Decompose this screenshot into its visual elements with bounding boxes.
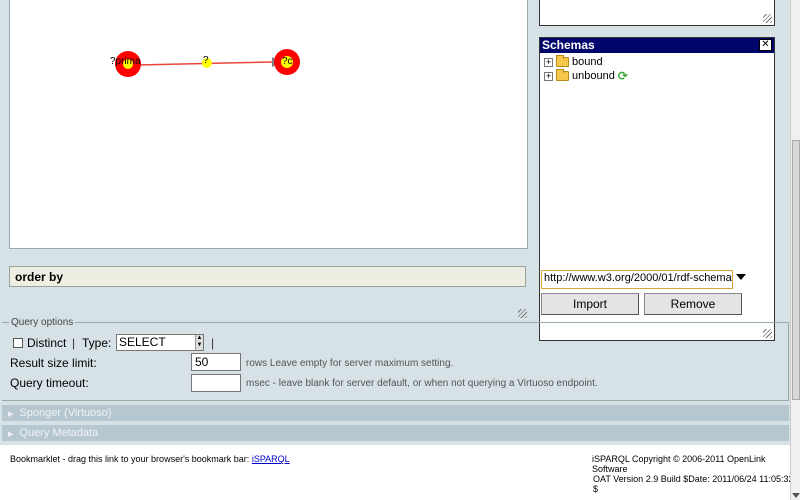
copyright-text: iSPARQL Copyright © 2006-2011 OpenLink S… xyxy=(592,454,766,474)
type-select-value: SELECT xyxy=(119,335,166,349)
edge-label: ? xyxy=(203,55,209,66)
tree-item-label: bound xyxy=(572,56,603,68)
query-graph-canvas[interactable]: ?prima ? ?c xyxy=(9,0,528,249)
timeout-hint: msec - leave blank for server default, o… xyxy=(246,378,598,389)
result-limit-label: Result size limit: xyxy=(10,356,97,370)
scrollbar-thumb[interactable] xyxy=(792,140,800,400)
close-icon[interactable]: ✕ xyxy=(759,39,772,51)
scroll-down-icon[interactable] xyxy=(792,493,800,498)
version-text: OAT Version 2.9 Build $Date: 2011/06/24 … xyxy=(593,474,794,494)
results-panel xyxy=(539,0,775,26)
dropdown-arrow-icon[interactable] xyxy=(736,274,746,280)
tree-item-label: unbound xyxy=(572,70,615,82)
tree-item-bound[interactable]: + bound xyxy=(544,55,603,69)
import-button[interactable]: Import xyxy=(541,293,639,315)
folder-icon xyxy=(556,69,569,81)
tree-item-unbound[interactable]: + unbound ⟳ xyxy=(544,69,628,83)
type-select[interactable]: SELECT ▲ ▼ xyxy=(116,334,204,351)
expand-triangle-icon: ▶ xyxy=(8,411,14,418)
section-label: Query Metadata xyxy=(19,427,99,439)
query-options-legend: Query options xyxy=(9,317,76,328)
type-label: Type: xyxy=(82,336,112,350)
distinct-checkbox[interactable] xyxy=(13,338,23,348)
bookmarklet-link[interactable]: iSPARQL xyxy=(252,454,290,464)
result-limit-input[interactable]: 50 xyxy=(191,353,241,371)
section-query-metadata[interactable]: ▶ Query Metadata xyxy=(2,425,789,441)
separator: | xyxy=(211,336,215,350)
node-label: ?prima xyxy=(110,56,141,67)
chevron-down-icon[interactable]: ▲ ▼ xyxy=(195,335,203,350)
resize-grip-icon[interactable] xyxy=(763,14,772,23)
expand-icon[interactable]: + xyxy=(544,57,553,67)
separator: | xyxy=(72,336,76,350)
refresh-icon[interactable]: ⟳ xyxy=(618,70,628,82)
section-sponger[interactable]: ▶ Sponger (Virtuoso) xyxy=(2,405,789,421)
distinct-label: Distinct xyxy=(27,336,67,350)
node-label: ?c xyxy=(282,56,293,67)
order-by-label: order by xyxy=(15,270,64,284)
expand-triangle-icon: ▶ xyxy=(8,431,14,438)
folder-icon xyxy=(556,55,569,67)
resize-grip-icon[interactable] xyxy=(518,309,527,318)
schemas-title: Schemas xyxy=(542,38,595,52)
bookmarklet-text: Bookmarklet - drag this link to your bro… xyxy=(10,454,250,464)
expand-icon[interactable]: + xyxy=(544,71,553,81)
graph-svg xyxy=(115,49,300,77)
result-limit-hint: rows Leave empty for server maximum sett… xyxy=(246,358,454,369)
page-scrollbar[interactable] xyxy=(790,0,800,500)
schemas-header: Schemas ✕ xyxy=(540,38,774,53)
bookmarklet-note: Bookmarklet - drag this link to your bro… xyxy=(10,454,290,464)
timeout-label: Query timeout: xyxy=(10,376,89,390)
order-by-bar[interactable]: order by xyxy=(9,266,526,287)
timeout-input[interactable] xyxy=(191,374,241,392)
remove-button[interactable]: Remove xyxy=(644,293,742,315)
section-label: Sponger (Virtuoso) xyxy=(19,407,112,419)
schema-url-input[interactable]: http://www.w3.org/2000/01/rdf-schema# xyxy=(541,270,733,289)
